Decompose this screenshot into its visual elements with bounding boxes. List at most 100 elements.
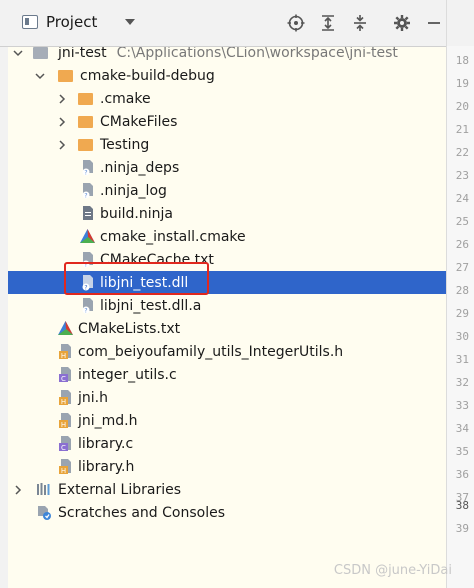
folder-icon [78,114,94,130]
toolbar-actions [286,13,444,33]
tree-row-cmakefiles[interactable]: CMakeFiles [0,110,446,133]
tree-row-external-libraries[interactable]: External Libraries [0,478,446,501]
chevron-right-icon[interactable] [56,93,68,105]
text-file-icon [80,205,96,221]
hide-panel-icon[interactable] [424,13,444,33]
library-icon [36,481,52,497]
tree-row-ninja-deps[interactable]: ? .ninja_deps [0,156,446,179]
scratches-label: Scratches and Consoles [58,504,225,521]
line-number: 22 [455,146,469,159]
library-h-label: library.h [78,458,135,475]
svg-text:C: C [61,444,66,452]
unknown-file-icon: ? [80,297,96,315]
line-number: 25 [455,215,469,228]
unknown-file-icon: ? [80,159,96,177]
project-toolbar: Project [0,0,446,47]
line-number: 29 [455,307,469,320]
line-number: 31 [455,353,469,366]
editor-gutter: 18 19 20 21 22 23 24 25 26 27 28 29 30 3… [446,0,474,588]
tree-row-build-dir[interactable]: cmake-build-debug [0,64,446,87]
tree-row-testing[interactable]: Testing [0,133,446,156]
cmakelists-label: CMakeLists.txt [78,320,181,337]
line-number: 39 [455,522,469,535]
project-tree: jni-test C:\Applications\CLion\workspace\… [0,38,446,588]
header-file-icon: H [58,458,74,475]
svg-text:C: C [61,375,66,383]
svg-text:H: H [61,352,66,360]
cmake-install-label: cmake_install.cmake [100,228,246,245]
testing-label: Testing [100,136,150,153]
tree-row-cmakelists[interactable]: CMakeLists.txt [0,317,446,340]
tree-row-jni-h[interactable]: H jni.h [0,386,446,409]
cmake-dir-label: .cmake [100,90,151,107]
project-icon [22,15,38,29]
highlight-box [64,262,209,295]
line-number: 28 [455,284,469,297]
tree-row-scratches[interactable]: Scratches and Consoles [0,501,446,524]
cmakefiles-label: CMakeFiles [100,113,178,130]
tree-row-cmake-dir[interactable]: .cmake [0,87,446,110]
chevron-down-icon[interactable] [125,19,136,25]
cmake-icon [57,320,73,336]
c-file-icon: C [58,435,74,452]
chevron-right-icon[interactable] [12,484,24,496]
cmake-icon [79,228,95,244]
collapse-all-icon[interactable] [350,13,370,33]
gutter-header [447,0,474,46]
chevron-down-icon[interactable] [34,70,46,82]
folder-grey-icon [33,45,49,61]
ninja-log-label: .ninja_log [100,182,167,199]
chevron-right-icon[interactable] [56,116,68,128]
tree-row-jni-md-h[interactable]: H jni_md.h [0,409,446,432]
line-number-current: 38 [455,499,469,512]
integerutils-h-label: com_beiyoufamily_utils_IntegerUtils.h [78,343,344,360]
jni-h-label: jni.h [78,389,108,406]
expand-all-icon[interactable] [318,13,338,33]
svg-text:?: ? [84,193,87,200]
tree-row-cmake-install[interactable]: cmake_install.cmake [0,225,446,248]
line-number: 18 [455,54,469,67]
tree-row-integerutils-h[interactable]: H com_beiyoufamily_utils_IntegerUtils.h [0,340,446,363]
tree-row-library-h[interactable]: H library.h [0,455,446,478]
line-number: 26 [455,238,469,251]
line-number: 34 [455,422,469,435]
scratches-icon [36,504,52,520]
svg-text:H: H [61,421,66,429]
watermark: CSDN @june-YiDai [333,563,452,578]
project-title: Project [46,13,98,31]
tree-row-libjni-dll-a[interactable]: ? libjni_test.dll.a [0,294,446,317]
svg-text:H: H [61,398,66,406]
c-file-icon: C [58,366,74,383]
header-file-icon: H [58,389,74,406]
tree-row-ninja-log[interactable]: ? .ninja_log [0,179,446,202]
line-number: 27 [455,261,469,274]
tree-row-integer-utils-c[interactable]: C integer_utils.c [0,363,446,386]
project-view-selector[interactable]: Project [22,13,136,31]
jni-md-h-label: jni_md.h [78,412,138,429]
tree-row-build-ninja[interactable]: build.ninja [0,202,446,225]
header-file-icon: H [58,412,74,429]
svg-text:?: ? [84,308,87,315]
integer-utils-c-label: integer_utils.c [78,366,177,383]
chevron-down-icon[interactable] [12,47,24,59]
line-number: 21 [455,123,469,136]
chevron-right-icon[interactable] [56,139,68,151]
library-c-label: library.c [78,435,134,452]
line-number: 30 [455,330,469,343]
line-number: 33 [455,399,469,412]
line-number: 32 [455,376,469,389]
left-tool-strip [0,46,8,588]
line-number: 19 [455,77,469,90]
folder-icon [78,137,94,153]
svg-text:H: H [61,467,66,475]
line-number: 24 [455,192,469,205]
unknown-file-icon: ? [80,182,96,200]
line-number: 20 [455,100,469,113]
line-number: 35 [455,445,469,458]
gear-icon[interactable] [392,13,412,33]
locate-icon[interactable] [286,13,306,33]
folder-icon [78,91,94,107]
tree-row-library-c[interactable]: C library.c [0,432,446,455]
line-number: 23 [455,169,469,182]
external-libraries-label: External Libraries [58,481,181,498]
